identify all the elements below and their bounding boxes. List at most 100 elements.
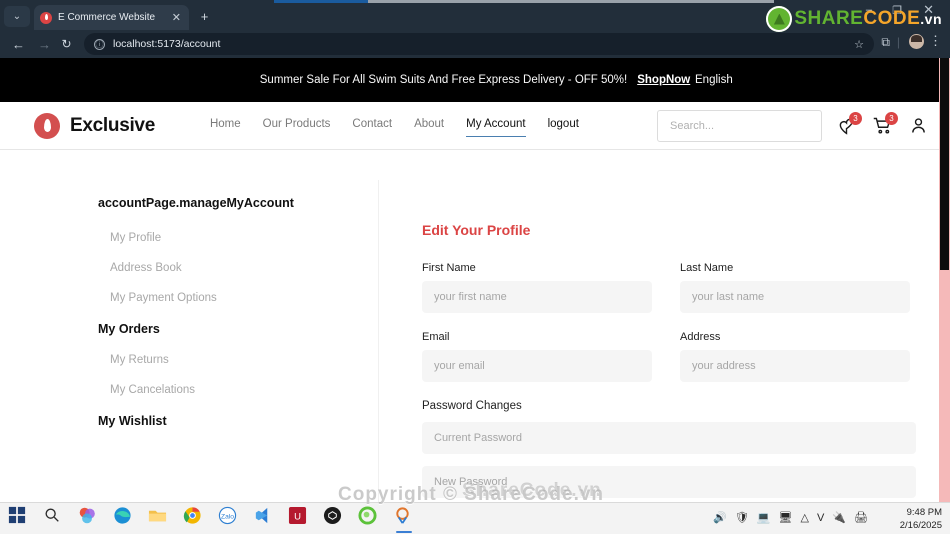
email-label: Email [422, 331, 450, 343]
first-name-label: First Name [422, 262, 476, 274]
search-icon[interactable] [43, 506, 65, 528]
bookmark-star-icon[interactable]: ☆ [854, 38, 864, 51]
copilot-icon[interactable] [78, 506, 100, 528]
close-tab-icon[interactable]: ✕ [170, 11, 183, 24]
email-input[interactable]: your email [422, 350, 652, 382]
site-info-icon[interactable]: ⓘ [94, 38, 105, 50]
address-input[interactable]: your address [680, 350, 910, 382]
file-explorer-icon[interactable] [148, 506, 170, 528]
form-title: Edit Your Profile [422, 222, 531, 238]
form-row-names: First Name your first name Last Name you… [422, 262, 920, 313]
green-app-icon[interactable] [358, 506, 380, 528]
back-button[interactable]: ← [9, 35, 28, 54]
cart-button[interactable]: 3 [872, 111, 898, 137]
reload-button[interactable]: ↻ [57, 35, 76, 54]
browser-chrome: ⌄ E Commerce Website ✕ + – ❐ ✕ ← → ↻ ⓘ l… [0, 0, 950, 58]
sidebar-item-address-book[interactable]: Address Book [110, 262, 358, 274]
account-page-body: accountPage.manageMyAccount My Profile A… [0, 150, 950, 534]
language-selector[interactable]: English [695, 74, 733, 86]
windows-start-icon[interactable] [8, 506, 30, 528]
sidebar-heading-my-orders[interactable]: My Orders [98, 322, 358, 336]
chatgpt-icon[interactable] [323, 506, 345, 528]
zalo-icon[interactable]: Zalo [218, 506, 240, 528]
copyright-watermark: Copyright © ShareCode.vn [338, 484, 605, 505]
address-label: Address [680, 331, 721, 343]
account-sidebar: accountPage.manageMyAccount My Profile A… [98, 196, 358, 450]
network-icon[interactable]: 🖨 [854, 511, 868, 525]
forward-button[interactable]: → [35, 35, 54, 54]
address-bar-url: localhost:5173/account [113, 38, 221, 50]
announcement-text: Summer Sale For All Swim Suits And Free … [259, 74, 628, 86]
shield-icon[interactable]: 🛡 [735, 511, 749, 525]
last-name-placeholder: your last name [692, 291, 765, 303]
watermark-code-text: CODE [863, 8, 921, 29]
usb-icon[interactable]: 🔌 [832, 511, 846, 525]
brand-logo[interactable]: Exclusive [34, 112, 155, 139]
nav-item-my-account[interactable]: My Account [466, 118, 527, 137]
password-changes-label: Password Changes [422, 400, 522, 412]
screen: ⌄ E Commerce Website ✕ + – ❐ ✕ ← → ↻ ⓘ l… [0, 0, 950, 534]
volume-icon[interactable]: 🔊 [713, 511, 727, 525]
taskbar-clock[interactable]: 9:48 PM 2/16/2025 [900, 506, 942, 532]
nav-item-our-products[interactable]: Our Products [263, 118, 331, 133]
first-name-placeholder: your first name [434, 291, 507, 303]
nav-item-home[interactable]: Home [210, 118, 241, 133]
sidebar-item-my-profile[interactable]: My Profile [110, 232, 358, 244]
wishlist-button[interactable]: 3 [836, 111, 862, 137]
edge-icon[interactable] [113, 506, 135, 528]
last-name-input[interactable]: your last name [680, 281, 910, 313]
v-icon[interactable]: V [817, 511, 824, 525]
intellij-icon[interactable]: U [288, 506, 310, 528]
sidebar-item-my-payment-options[interactable]: My Payment Options [110, 292, 358, 304]
browser-toolbar: ← → ↻ ⓘ localhost:5173/account ☆ [0, 30, 950, 58]
profile-avatar[interactable] [909, 34, 924, 49]
search-input[interactable]: Search... [657, 109, 822, 142]
sidebar-heading-my-wishlist[interactable]: My Wishlist [98, 414, 358, 428]
sidebar-heading-manage-account: accountPage.manageMyAccount [98, 196, 294, 210]
snipping-tool-icon[interactable] [393, 506, 415, 533]
announcement-bar: Summer Sale For All Swim Suits And Free … [0, 58, 950, 102]
search-placeholder: Search... [670, 119, 715, 132]
new-tab-button[interactable]: + [196, 8, 213, 25]
user-account-button[interactable] [908, 115, 930, 137]
shop-now-link[interactable]: ShopNow [637, 74, 690, 86]
user-icon [912, 117, 925, 133]
address-placeholder: your address [692, 360, 756, 372]
extensions-icon[interactable]: ⧉ [881, 35, 890, 50]
browser-tab[interactable]: E Commerce Website ✕ [34, 5, 189, 30]
email-placeholder: your email [434, 360, 485, 372]
page-scrollbar-thumb[interactable] [940, 58, 949, 270]
main-navigation: Home Our Products Contact About My Accou… [210, 118, 579, 137]
toolbar-divider: | [896, 35, 900, 49]
taskbar-date: 2/16/2025 [899, 520, 942, 531]
svg-text:Zalo: Zalo [221, 513, 234, 520]
taskbar-icons: Zalo U [8, 506, 415, 533]
browser-menu-icon[interactable]: ⋮ [929, 33, 942, 49]
address-field-group: Address your address [680, 331, 910, 382]
nav-item-logout[interactable]: logout [548, 118, 579, 133]
sidebar-item-my-cancelations[interactable]: My Cancelations [110, 384, 358, 396]
wishlist-badge: 3 [849, 111, 862, 125]
last-name-label: Last Name [680, 262, 734, 274]
vscode-icon[interactable] [253, 506, 275, 528]
watermark-share-text: SHARE [794, 8, 864, 29]
display-tray-icon[interactable]: 🖥 [779, 511, 793, 525]
app-tray-icon[interactable]: 💻 [757, 511, 771, 525]
drive-icon[interactable]: △ [801, 511, 809, 525]
first-name-input[interactable]: your first name [422, 281, 652, 313]
chrome-icon[interactable] [183, 506, 205, 528]
nav-item-contact[interactable]: Contact [352, 118, 392, 133]
windows-taskbar: Zalo U 🔊 🛡 💻 🖥 △ V 🔌 🖨 9:48 PM 2/16/2025 [0, 502, 950, 534]
tab-list-chevron-icon[interactable]: ⌄ [4, 6, 30, 27]
last-name-field-group: Last Name your last name [680, 262, 910, 313]
taskbar-time: 9:48 PM [906, 507, 942, 518]
browser-tab-title: E Commerce Website [58, 12, 156, 23]
address-bar[interactable]: ⓘ localhost:5173/account ☆ [84, 33, 874, 55]
current-password-placeholder: Current Password [434, 432, 523, 444]
email-field-group: Email your email [422, 331, 652, 382]
nav-item-about[interactable]: About [414, 118, 444, 133]
site-header: Exclusive Home Our Products Contact Abou… [0, 102, 950, 150]
sharecode-watermark-logo: SHARECODE.vn [766, 6, 942, 32]
current-password-input[interactable]: Current Password [422, 422, 916, 454]
sidebar-item-my-returns[interactable]: My Returns [110, 354, 358, 366]
